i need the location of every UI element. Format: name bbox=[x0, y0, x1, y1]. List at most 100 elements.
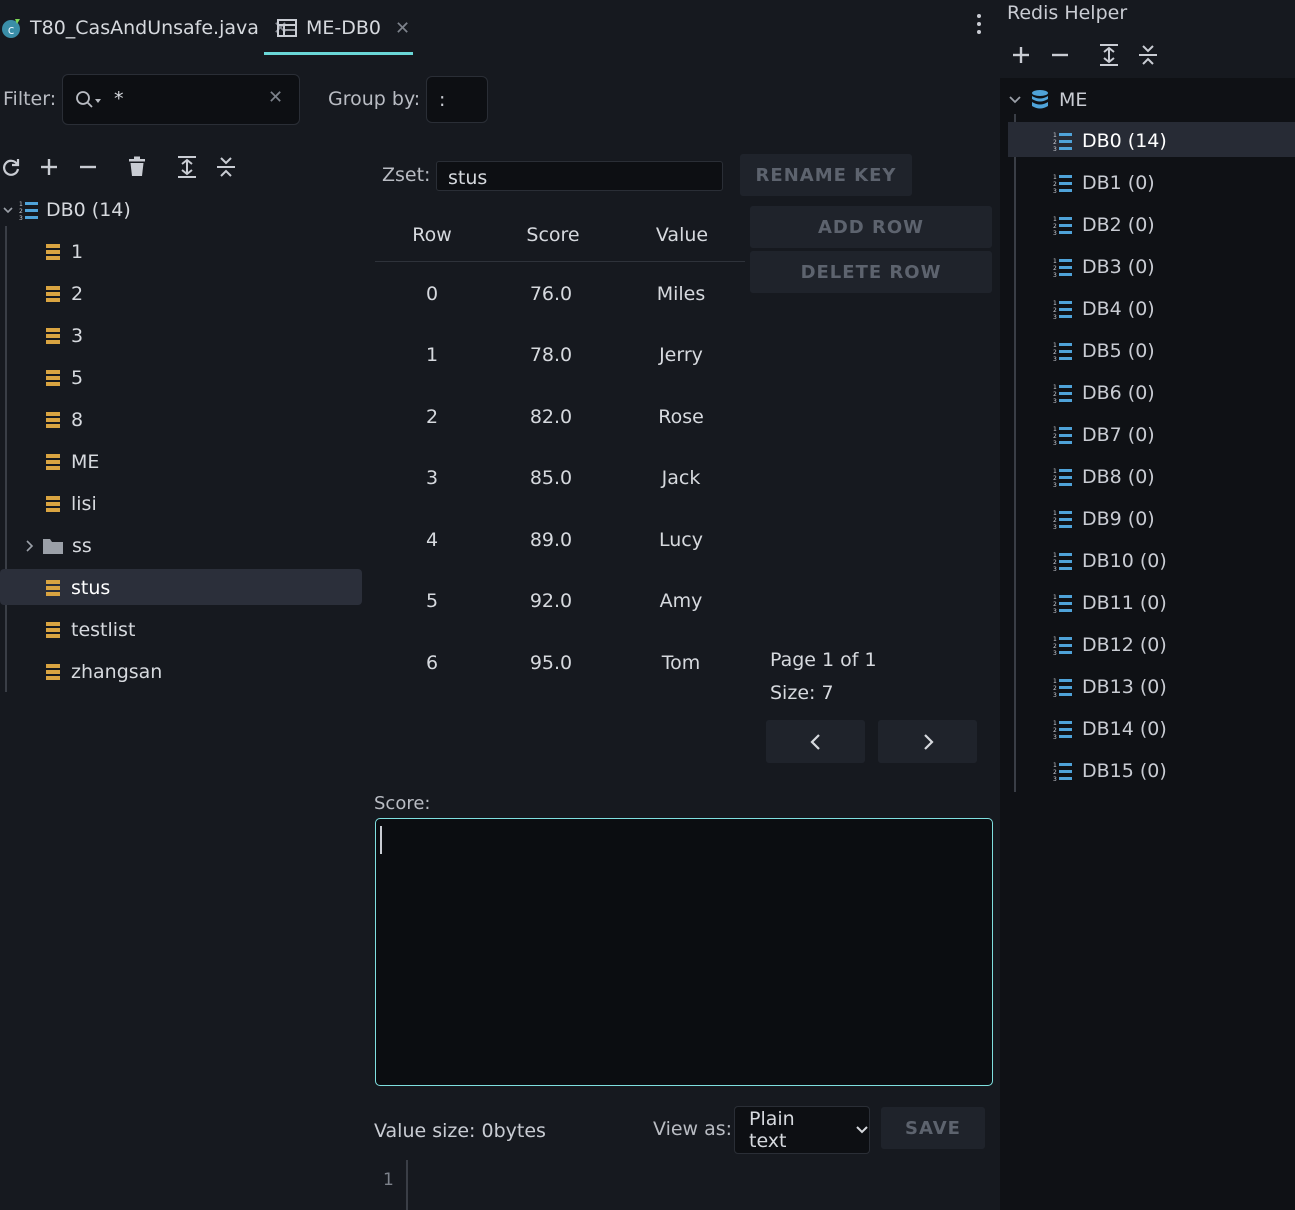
db-item-db5[interactable]: 1 2 3 DB5 (0) bbox=[1052, 336, 1155, 366]
svg-text:1: 1 bbox=[1053, 636, 1057, 643]
cell-score: 95.0 bbox=[529, 652, 573, 674]
collapse-all-icon[interactable] bbox=[1137, 43, 1159, 67]
table-row[interactable]: 3 85.0 Jack bbox=[375, 460, 745, 500]
tree-root-db0[interactable]: 123 DB0 (14) bbox=[0, 192, 131, 228]
remove-connection-icon[interactable] bbox=[1050, 45, 1070, 65]
tree-item-key[interactable]: testlist bbox=[45, 612, 135, 648]
db-item-db6[interactable]: 1 2 3 DB6 (0) bbox=[1052, 378, 1155, 408]
tree-item-key[interactable]: lisi bbox=[45, 486, 97, 522]
svg-text:1: 1 bbox=[1053, 426, 1057, 433]
db-item-db11[interactable]: 1 2 3 DB11 (0) bbox=[1052, 588, 1167, 618]
zset-key-input[interactable]: stus bbox=[436, 161, 723, 191]
db-item-db14[interactable]: 1 2 3 DB14 (0) bbox=[1052, 714, 1167, 744]
column-header-value[interactable]: Value bbox=[632, 224, 732, 246]
collapse-all-icon[interactable] bbox=[215, 155, 237, 179]
refresh-icon[interactable] bbox=[0, 156, 22, 178]
tab-t80-casandunsafe[interactable]: c T80_CasAndUnsafe.java ✕ bbox=[0, 0, 288, 56]
svg-text:2: 2 bbox=[1053, 601, 1057, 608]
db-item-db1[interactable]: 1 2 3 DB1 (0) bbox=[1052, 168, 1155, 198]
group-by-value: : bbox=[439, 89, 446, 111]
db-item-db8[interactable]: 1 2 3 DB8 (0) bbox=[1052, 462, 1155, 492]
tree-item-key[interactable]: 3 bbox=[45, 318, 83, 354]
svg-text:1: 1 bbox=[19, 201, 23, 208]
table-row[interactable]: 4 89.0 Lucy bbox=[375, 522, 745, 562]
tab-me-db0[interactable]: ME-DB0 ✕ bbox=[276, 0, 410, 56]
table-row[interactable]: 0 76.0 Miles bbox=[375, 276, 745, 316]
svg-text:3: 3 bbox=[1053, 188, 1057, 194]
db-item-db4[interactable]: 1 2 3 DB4 (0) bbox=[1052, 294, 1155, 324]
column-header-row[interactable]: Row bbox=[382, 224, 482, 246]
add-row-button[interactable]: ADD ROW bbox=[750, 206, 992, 248]
db-item-db2[interactable]: 1 2 3 DB2 (0) bbox=[1052, 210, 1155, 240]
expand-all-icon[interactable] bbox=[1098, 43, 1120, 67]
tree-item-key[interactable]: ME bbox=[45, 444, 99, 480]
add-icon[interactable] bbox=[38, 156, 60, 178]
view-as-select[interactable]: Plain text bbox=[734, 1106, 870, 1154]
value-size-label: Value size: 0bytes bbox=[374, 1120, 546, 1142]
tree-item-key[interactable]: zhangsan bbox=[45, 654, 162, 690]
db-label: DB4 (0) bbox=[1082, 298, 1155, 320]
cell-row: 6 bbox=[425, 652, 439, 674]
column-header-score[interactable]: Score bbox=[503, 224, 603, 246]
tree-item-label: lisi bbox=[71, 493, 97, 515]
tree-item-key[interactable]: 8 bbox=[45, 402, 83, 438]
close-icon[interactable]: ✕ bbox=[395, 18, 410, 39]
rename-key-button[interactable]: RENAME KEY bbox=[740, 154, 912, 196]
more-options-icon[interactable] bbox=[972, 12, 986, 36]
db-item-db9[interactable]: 1 2 3 DB9 (0) bbox=[1052, 504, 1155, 534]
svg-text:1: 1 bbox=[1053, 342, 1057, 349]
score-textarea[interactable] bbox=[375, 818, 993, 1086]
tree-item-label: 1 bbox=[71, 241, 84, 263]
table-row[interactable]: 2 82.0 Rose bbox=[375, 399, 745, 439]
svg-text:3: 3 bbox=[1053, 146, 1057, 152]
svg-text:3: 3 bbox=[1053, 692, 1057, 698]
add-connection-icon[interactable] bbox=[1011, 45, 1031, 65]
expand-all-icon[interactable] bbox=[176, 155, 198, 179]
database-list-icon: 123 bbox=[1052, 676, 1074, 698]
db-item-db10[interactable]: 1 2 3 DB10 (0) bbox=[1052, 546, 1167, 576]
chevron-down-icon bbox=[855, 1125, 869, 1135]
save-button[interactable]: SAVE bbox=[881, 1107, 985, 1149]
db-item-db7[interactable]: 1 2 3 DB7 (0) bbox=[1052, 420, 1155, 450]
db-label: DB2 (0) bbox=[1082, 214, 1155, 236]
svg-text:1: 1 bbox=[1053, 468, 1057, 475]
view-as-value: Plain text bbox=[749, 1108, 795, 1152]
table-row[interactable]: 6 95.0 Tom bbox=[375, 645, 745, 685]
tree-item-key[interactable]: 5 bbox=[45, 360, 83, 396]
db-item-db12[interactable]: 1 2 3 DB12 (0) bbox=[1052, 630, 1167, 660]
group-by-input[interactable]: : bbox=[426, 76, 488, 123]
clear-icon[interactable]: ✕ bbox=[268, 87, 283, 108]
next-page-button[interactable] bbox=[878, 720, 977, 763]
svg-text:3: 3 bbox=[1053, 356, 1057, 362]
db-item-db15[interactable]: 1 2 3 DB15 (0) bbox=[1052, 756, 1167, 786]
table-row[interactable]: 5 92.0 Amy bbox=[375, 583, 745, 623]
table-row[interactable]: 1 78.0 Jerry bbox=[375, 337, 745, 377]
chevron-right-icon bbox=[921, 733, 935, 751]
db-item-db0[interactable]: 1 2 3 DB0 (14) bbox=[1052, 126, 1167, 156]
chevron-down-icon[interactable] bbox=[1008, 94, 1022, 106]
cell-value: Rose bbox=[658, 406, 704, 428]
tree-item-key[interactable]: 2 bbox=[45, 276, 83, 312]
cell-row: 2 bbox=[425, 406, 439, 428]
cell-score: 85.0 bbox=[529, 467, 573, 489]
connection-me[interactable]: ME bbox=[1008, 86, 1087, 114]
delete-row-button[interactable]: DELETE ROW bbox=[750, 251, 992, 293]
remove-icon[interactable] bbox=[77, 156, 99, 178]
db-label: DB7 (0) bbox=[1082, 424, 1155, 446]
svg-text:1: 1 bbox=[1053, 762, 1057, 769]
tree-item-key-selected[interactable]: stus bbox=[45, 570, 110, 606]
db-label: DB14 (0) bbox=[1082, 718, 1167, 740]
filter-input[interactable]: * ✕ bbox=[62, 74, 300, 125]
chevron-down-icon[interactable] bbox=[2, 204, 14, 216]
cell-value: Tom bbox=[661, 652, 701, 674]
previous-page-button[interactable] bbox=[766, 720, 865, 763]
tree-item-key[interactable]: 1 bbox=[45, 234, 83, 270]
delete-icon[interactable] bbox=[126, 155, 148, 177]
db-item-db13[interactable]: 1 2 3 DB13 (0) bbox=[1052, 672, 1167, 702]
tree-item-folder[interactable]: ss bbox=[24, 528, 92, 564]
db-item-db3[interactable]: 1 2 3 DB3 (0) bbox=[1052, 252, 1155, 282]
table-icon bbox=[276, 17, 298, 39]
svg-text:3: 3 bbox=[1053, 650, 1057, 656]
chevron-right-icon[interactable] bbox=[24, 539, 36, 553]
svg-text:3: 3 bbox=[1053, 566, 1057, 572]
